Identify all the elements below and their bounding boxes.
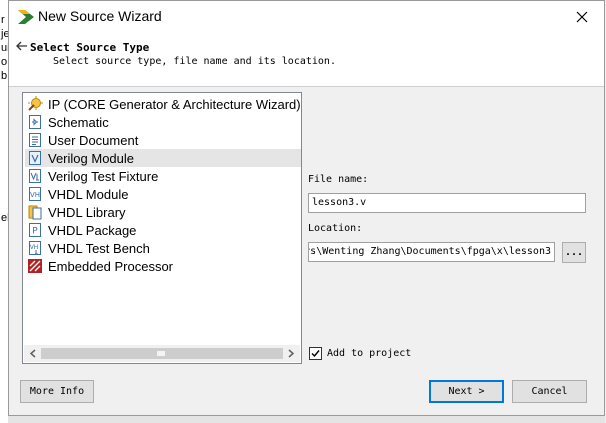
vhdl-library-icon [28, 205, 42, 220]
vhdl-module-icon: VH [29, 187, 41, 201]
list-item[interactable]: User Document [25, 131, 301, 149]
cancel-label: Cancel [531, 386, 568, 397]
next-label: Next > [448, 386, 485, 397]
add-to-project-checkbox[interactable] [309, 347, 322, 360]
close-icon [576, 11, 588, 22]
file-name-label: File name: [308, 174, 369, 185]
chevron-left-icon [29, 349, 36, 358]
list-item[interactable]: Schematic [25, 113, 301, 131]
svg-text:VH: VH [30, 244, 39, 251]
location-label: Location: [308, 223, 363, 234]
vhdl-package-icon: P [29, 223, 41, 237]
svg-text:VH: VH [30, 191, 40, 199]
browse-button[interactable]: ... [562, 242, 586, 263]
vhdl-test-bench-icon: VH [29, 241, 41, 255]
page-subtitle: Select source type, file name and its lo… [53, 56, 336, 67]
file-name-input[interactable]: lesson3.v [308, 193, 586, 213]
list-item-label: Verilog Test Fixture [48, 168, 159, 184]
close-button[interactable] [560, 1, 604, 32]
title-bar: New Source Wizard [9, 1, 604, 32]
scroll-left-button[interactable] [24, 345, 41, 362]
list-item[interactable]: IP (CORE Generator & Architecture Wizard… [25, 95, 301, 113]
list-item[interactable]: Embedded Processor [25, 257, 301, 275]
list-item-label: Embedded Processor [48, 258, 174, 274]
add-to-project-label[interactable]: Add to project [327, 348, 411, 359]
background-text: b [1, 70, 8, 82]
background-text: r [1, 14, 5, 26]
document-icon [29, 133, 41, 147]
list-item-label: IP (CORE Generator & Architecture Wizard… [48, 96, 301, 112]
location-input[interactable]: C:\Users\Wenting Zhang\Documents\fpga\x\… [308, 242, 555, 262]
dialog-shadow [8, 416, 605, 423]
list-item[interactable]: VH VHDL Test Bench [25, 239, 301, 257]
more-info-label: More Info [29, 386, 85, 397]
wizard-header: Select Source Type Select source type, f… [9, 32, 604, 87]
list-item-label: VHDL Package [48, 222, 137, 238]
location-value: C:\Users\Wenting Zhang\Documents\fpga\x\… [309, 246, 551, 257]
list-item-label: Verilog Module [48, 150, 134, 166]
list-item-label: VHDL Module [48, 186, 129, 202]
verilog-module-icon [29, 151, 41, 165]
horizontal-scrollbar[interactable] [24, 345, 300, 362]
list-item-label: VHDL Test Bench [48, 240, 150, 256]
list-item[interactable]: Verilog Test Fixture [25, 167, 301, 185]
embedded-processor-icon [28, 259, 42, 273]
new-source-wizard-dialog: New Source Wizard Select Source Type Sel… [8, 0, 605, 416]
verilog-test-fixture-icon [29, 169, 41, 183]
list-item-label: Schematic [48, 114, 109, 130]
more-info-button[interactable]: More Info [20, 380, 94, 403]
cancel-button[interactable]: Cancel [512, 380, 587, 403]
list-item-selected[interactable]: Verilog Module [25, 149, 301, 167]
back-arrow-icon[interactable] [15, 39, 29, 53]
scroll-right-button[interactable] [283, 345, 300, 362]
background-text: o [1, 56, 8, 68]
schematic-icon [29, 115, 41, 129]
file-name-value: lesson3.v [312, 197, 367, 208]
page-title: Select Source Type [30, 41, 150, 54]
checkmark-icon [311, 350, 320, 358]
list-item[interactable]: VHDL Library [25, 203, 301, 221]
svg-text:P: P [32, 227, 38, 237]
source-type-list[interactable]: IP (CORE Generator & Architecture Wizard… [22, 92, 302, 364]
next-button[interactable]: Next > [429, 380, 504, 403]
scroll-grip [157, 351, 165, 356]
list-item-label: User Document [48, 132, 139, 148]
xilinx-app-icon [18, 10, 34, 24]
window-title: New Source Wizard [38, 8, 162, 24]
ip-core-icon [28, 96, 43, 111]
scroll-track[interactable] [41, 348, 283, 359]
list-item-label: VHDL Library [48, 204, 126, 220]
browse-button-label: ... [564, 247, 584, 258]
chevron-right-icon [288, 349, 295, 358]
list-item[interactable]: VH VHDL Module [25, 185, 301, 203]
list-item[interactable]: P VHDL Package [25, 221, 301, 239]
